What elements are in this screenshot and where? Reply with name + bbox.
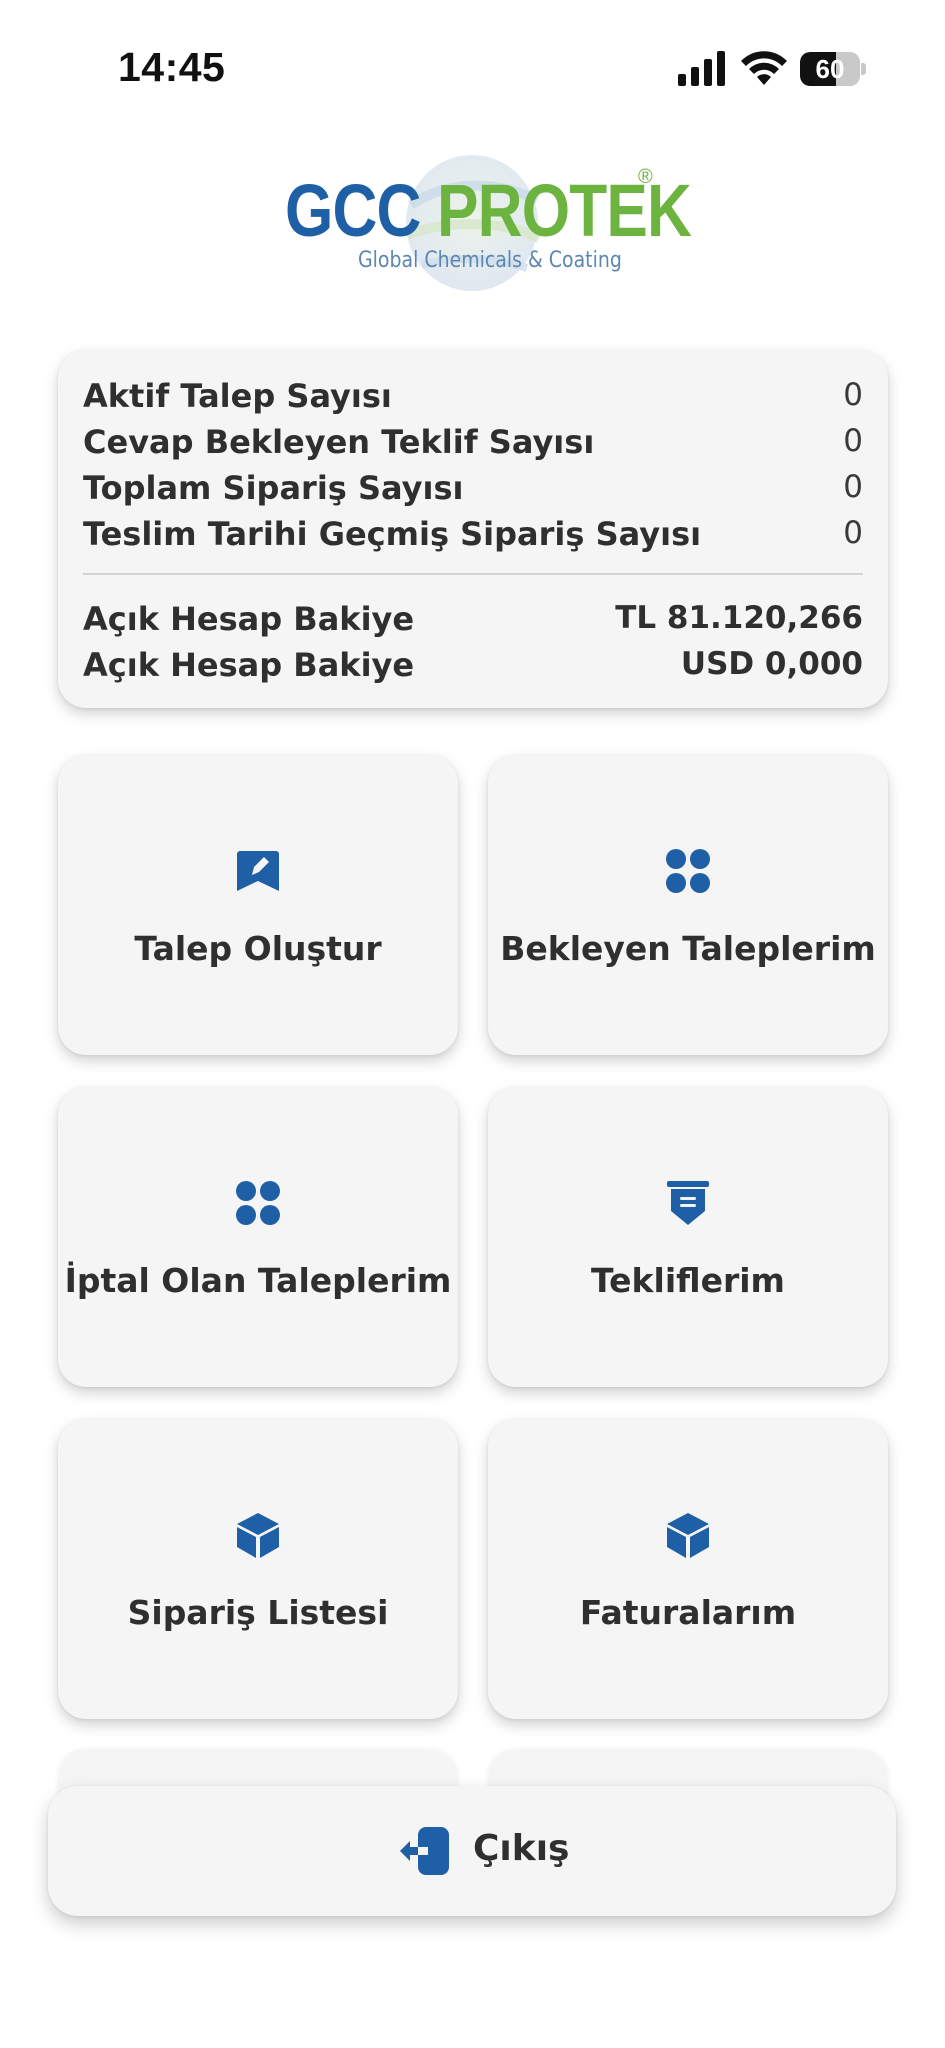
summary-row-total-orders: Toplam Sipariş Sayısı 0 — [83, 469, 863, 513]
tile-label: Talep Oluştur — [134, 929, 382, 968]
tile-label: Sipariş Listesi — [127, 1593, 389, 1632]
summary-label: Aktif Talep Sayısı — [83, 377, 392, 415]
gcc-protek-logo: GCC PROTEK ® Global Chemicals & Coating — [285, 148, 692, 298]
tile-label: Bekleyen Taleplerim — [500, 929, 876, 968]
status-time: 14:45 — [118, 44, 226, 90]
logo-tagline: Global Chemicals & Coating — [358, 248, 622, 273]
tile-pending-requests[interactable]: Bekleyen Taleplerim — [488, 755, 888, 1055]
summary-row-overdue-orders: Teslim Tarihi Geçmiş Sipariş Sayısı 0 — [83, 515, 863, 559]
logout-icon — [400, 1827, 449, 1875]
create-request-icon — [237, 851, 279, 891]
grid-icon — [666, 849, 710, 893]
battery-icon: 60 — [800, 52, 866, 86]
balance-label: Açık Hesap Bakiye — [83, 600, 415, 638]
tile-invoices[interactable]: Faturalarım — [488, 1419, 888, 1719]
tile-label: İptal Olan Taleplerim — [64, 1261, 452, 1300]
registered-mark: ® — [638, 166, 653, 188]
summary-row-pending-offers: Cevap Bekleyen Teklif Sayısı 0 — [83, 423, 863, 467]
cube-icon — [237, 1513, 279, 1558]
summary-value: 0 — [843, 377, 863, 413]
balance-row-usd: Açık Hesap Bakiye USD 0,000 — [83, 646, 863, 690]
logout-label: Çıkış — [473, 1828, 570, 1869]
balance-label: Açık Hesap Bakiye — [83, 646, 415, 684]
balance-value: USD 0,000 — [680, 646, 863, 682]
offer-badge-icon — [667, 1181, 709, 1225]
tile-offers[interactable]: Tekliflerim — [488, 1087, 888, 1387]
logo-text-gcc: GCC — [285, 169, 421, 252]
summary-row-active-requests: Aktif Talep Sayısı 0 — [83, 377, 863, 421]
summary-label: Teslim Tarihi Geçmiş Sipariş Sayısı — [83, 515, 702, 553]
summary-value: 0 — [843, 423, 863, 459]
tile-order-list[interactable]: Sipariş Listesi — [58, 1419, 458, 1719]
tile-create-request[interactable]: Talep Oluştur — [58, 755, 458, 1055]
summary-value: 0 — [843, 515, 863, 551]
status-bar: 14:45 60 — [0, 0, 945, 140]
cube-icon — [667, 1513, 709, 1558]
summary-value: 0 — [843, 469, 863, 505]
balance-value: TL 81.120,266 — [615, 600, 863, 636]
summary-label: Toplam Sipariş Sayısı — [83, 469, 464, 507]
wifi-icon — [741, 51, 787, 85]
tile-cancelled-requests[interactable]: İptal Olan Taleplerim — [58, 1087, 458, 1387]
balance-row-tl: Açık Hesap Bakiye TL 81.120,266 — [83, 600, 863, 644]
logout-button[interactable]: Çıkış — [48, 1786, 896, 1916]
grid-icon — [236, 1181, 280, 1225]
summary-divider — [83, 573, 863, 575]
cellular-signal-icon — [678, 51, 725, 86]
battery-level: 60 — [815, 54, 845, 84]
summary-card: Aktif Talep Sayısı 0 Cevap Bekleyen Tekl… — [58, 350, 888, 708]
tile-label: Faturalarım — [579, 1593, 797, 1632]
tile-label: Tekliflerim — [591, 1261, 785, 1300]
summary-label: Cevap Bekleyen Teklif Sayısı — [83, 423, 595, 461]
